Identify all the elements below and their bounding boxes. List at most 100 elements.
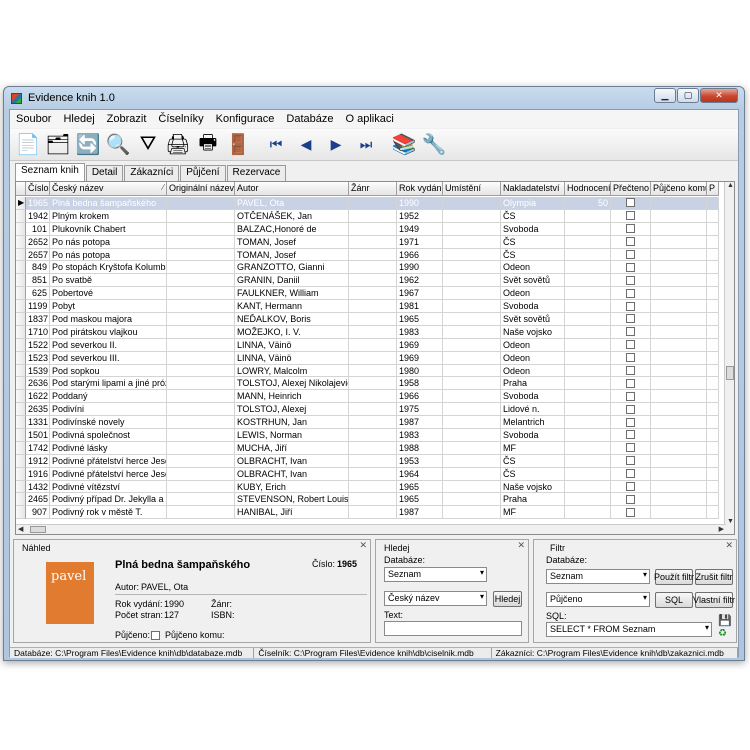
table-row[interactable]: 2636 Pod starými lipami a jiné prózy TOLST…: [16, 377, 719, 391]
read-checkbox[interactable]: [626, 404, 635, 414]
table-row[interactable]: 2652 Po nás potopa TOMAN, Josef 1971 ČS: [16, 235, 719, 249]
read-checkbox[interactable]: [626, 327, 635, 337]
close-panel-icon[interactable]: ✕: [359, 540, 367, 551]
row-indicator[interactable]: ▶: [16, 197, 26, 210]
table-row[interactable]: 1522 Pod severkou II. LINNA, Väinö 1969 Odeo…: [16, 338, 719, 352]
custom-filter-button[interactable]: Vlastní filtr: [693, 592, 735, 608]
tab[interactable]: Rezervace: [226, 165, 287, 181]
table-row[interactable]: 851 Po svatbě GRANIN, Daniil 1962 Svět sovět…: [16, 274, 719, 288]
row-indicator[interactable]: [16, 300, 26, 314]
table-row[interactable]: ▶ 1965 Plná bedna šampaňského PAVEL, Ota 199…: [16, 197, 719, 210]
row-indicator[interactable]: [16, 506, 26, 520]
search-icon[interactable]: 🔍: [104, 131, 132, 159]
table-row[interactable]: 2657 Po nás potopa TOMAN, Josef 1966 ČS: [16, 248, 719, 262]
sql-select[interactable]: SELECT * FROM Seznam ▾: [546, 622, 712, 637]
table-row[interactable]: 101 Plukovník Chabert BALZAC,Honoré de 1949…: [16, 222, 719, 236]
row-indicator[interactable]: [16, 325, 26, 339]
read-checkbox[interactable]: [626, 250, 635, 259]
read-checkbox[interactable]: [626, 237, 635, 247]
table-row[interactable]: 1912Podivné přátelství herce Jesenia OLBR…: [16, 454, 719, 468]
table-row[interactable]: 1622 Poddaný MANN, Heinrich 1966 Svoboda: [16, 390, 719, 404]
read-checkbox[interactable]: [626, 340, 635, 350]
row-indicator[interactable]: [16, 338, 26, 352]
read-checkbox[interactable]: [626, 456, 635, 466]
read-checkbox[interactable]: [626, 301, 635, 311]
column-header[interactable]: Číslo: [26, 182, 50, 196]
tools-icon[interactable]: 🔧: [420, 131, 448, 159]
row-indicator[interactable]: [16, 377, 26, 391]
read-checkbox[interactable]: [626, 224, 635, 234]
row-indicator[interactable]: [16, 261, 26, 275]
table-row[interactable]: 1916Podivné přátelství herce Jesenia OLBR…: [16, 467, 719, 481]
horizontal-scrollbar[interactable]: ◀ ▶: [16, 524, 726, 534]
row-indicator[interactable]: [16, 274, 26, 288]
vertical-scrollbar[interactable]: ▲ ▼: [724, 182, 734, 534]
column-header[interactable]: Půjčeno komu: [651, 182, 707, 196]
row-indicator[interactable]: [16, 429, 26, 442]
print-icon[interactable]: 🖨: [164, 131, 192, 159]
close-panel-icon[interactable]: ✕: [517, 540, 525, 551]
read-checkbox[interactable]: [626, 262, 635, 272]
last-record-icon[interactable]: ⏭: [352, 131, 380, 159]
scroll-right-icon[interactable]: ▶: [719, 525, 724, 533]
search-button[interactable]: Hledej: [493, 591, 522, 607]
row-indicator[interactable]: [16, 403, 26, 417]
read-checkbox[interactable]: [626, 391, 635, 401]
tab[interactable]: Půjčení: [180, 165, 226, 181]
menu-item[interactable]: Databáze: [280, 113, 339, 125]
read-checkbox[interactable]: [626, 211, 635, 221]
read-checkbox[interactable]: [626, 430, 635, 440]
read-checkbox[interactable]: [626, 378, 635, 388]
column-header[interactable]: Přečteno: [611, 182, 651, 196]
lent-checkbox[interactable]: [151, 631, 160, 640]
read-checkbox[interactable]: [626, 417, 635, 427]
refresh-icon[interactable]: ♻: [718, 628, 727, 639]
column-header[interactable]: P: [707, 182, 719, 196]
row-indicator[interactable]: [16, 222, 26, 236]
table-row[interactable]: 2635 Podivíni TOLSTOJ, Alexej 1975 Lidové n.: [16, 403, 719, 417]
row-indicator[interactable]: [16, 480, 26, 494]
row-indicator[interactable]: [16, 287, 26, 301]
print-preview-icon[interactable]: 🖶: [194, 131, 222, 159]
new-document-icon[interactable]: 📄: [14, 131, 42, 159]
table-row[interactable]: 1539 Pod sopkou LOWRY, Malcolm 1980 Odeon: [16, 364, 719, 378]
column-header[interactable]: Žánr: [349, 182, 397, 196]
apply-filter-button[interactable]: Použít filtr: [654, 569, 694, 585]
table-row[interactable]: 625 Pobertové FAULKNER, William 1967 Odeon: [16, 287, 719, 301]
row-indicator[interactable]: [16, 467, 26, 481]
table-row[interactable]: 1432 Podivné vítězství KUBY, Erich 1965 Naše…: [16, 480, 719, 494]
menu-item[interactable]: Soubor: [10, 113, 57, 125]
close-panel-icon[interactable]: ✕: [725, 540, 733, 551]
search-db-select[interactable]: Seznam ▾: [384, 567, 487, 582]
table-row[interactable]: 1523 Pod severkou III. LINNA, Väinö 1969 Ode…: [16, 351, 719, 365]
exit-icon[interactable]: 🚪: [224, 131, 252, 159]
sql-button[interactable]: SQL: [655, 592, 693, 608]
read-checkbox[interactable]: [626, 275, 635, 285]
read-checkbox[interactable]: [626, 494, 635, 504]
form-view-icon[interactable]: 🗂: [44, 131, 72, 159]
save-icon[interactable]: 💾: [718, 614, 732, 627]
row-indicator[interactable]: [16, 441, 26, 455]
table-row[interactable]: 1331 Podivínské novely KOSTRHUN, Jan 1987 Me…: [16, 416, 719, 430]
table-row[interactable]: 2465Podivný případ Dr. Jekylla a pana STE…: [16, 493, 719, 507]
column-header[interactable]: Autor: [235, 182, 349, 196]
vertical-scroll-thumb[interactable]: [726, 366, 734, 380]
scroll-down-icon[interactable]: ▼: [727, 518, 734, 525]
read-checkbox[interactable]: [626, 366, 635, 376]
column-header[interactable]: Originální název: [167, 182, 235, 196]
tab[interactable]: Detail: [85, 165, 124, 181]
column-header[interactable]: Nakladatelství: [501, 182, 565, 196]
filter-icon[interactable]: ⛛: [134, 131, 162, 159]
table-row[interactable]: 1837 Pod maskou majora NEĎALKOV, Boris 1965…: [16, 313, 719, 326]
column-header[interactable]: Umístění: [443, 182, 501, 196]
books-icon[interactable]: 📚: [390, 131, 418, 159]
row-indicator[interactable]: [16, 248, 26, 262]
table-row[interactable]: 1942 Plným krokem OTČENÁŠEK, Jan 1952 ČS: [16, 209, 719, 223]
filter-db-select[interactable]: Seznam ▾: [546, 569, 650, 584]
read-checkbox[interactable]: [626, 469, 635, 479]
row-indicator[interactable]: [16, 235, 26, 249]
row-indicator[interactable]: [16, 493, 26, 507]
row-indicator[interactable]: [16, 390, 26, 404]
search-text-input[interactable]: [384, 621, 522, 636]
scroll-left-icon[interactable]: ◀: [18, 525, 23, 533]
